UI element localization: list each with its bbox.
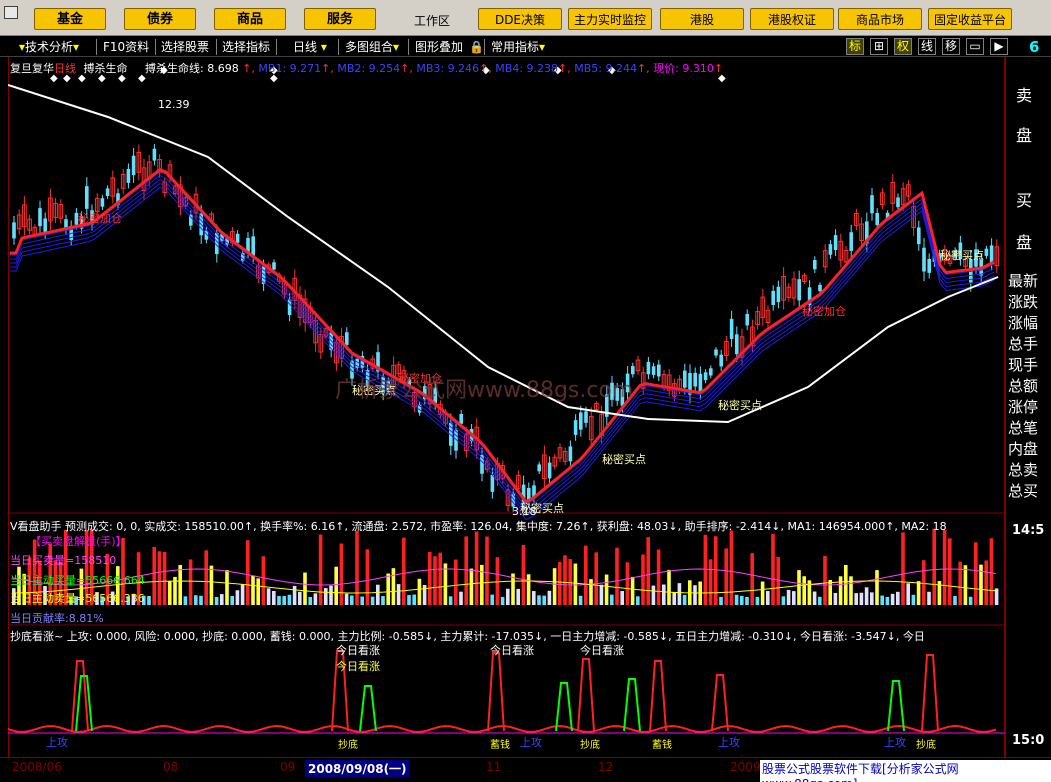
candlesticks — [12, 144, 1000, 517]
volume-line-2: 当日主动买量=55666.664 — [10, 574, 145, 587]
attack-label: 上攻 — [718, 736, 740, 749]
move-button[interactable]: 移 — [942, 38, 960, 55]
date-label: 11 — [486, 760, 502, 774]
quote-item: 总买 — [1008, 482, 1039, 500]
lifeline-readout: 搏杀生命线: 8.698 ↑, MB1: 9.271↑, MB2: 9.254↑… — [145, 62, 724, 75]
time-label: 14:5 — [1012, 523, 1045, 538]
high-price-label: 12.39 — [158, 98, 190, 111]
quote-item: 现手 — [1008, 356, 1039, 374]
menu-bond[interactable]: 债券 — [124, 8, 196, 30]
stock-name[interactable]: 复旦复华 — [10, 62, 54, 75]
line-button[interactable]: 线 — [918, 38, 936, 55]
price-panel: ◆ ◆ ◆ ◆ ◆ ◆◆ ◆◆◆ ◆ ◆◆ — [8, 65, 1000, 521]
buy-label-2: 盘 — [1016, 233, 1033, 252]
date-label: 09 — [280, 760, 296, 774]
date-label: 2009 — [730, 760, 761, 774]
menu-dde[interactable]: DDE决策 — [478, 8, 562, 30]
signal-label: 秘密加仓 — [78, 212, 122, 225]
volume-line-1: 当日买卖量=158510 — [10, 554, 117, 567]
rise-label: 今日看涨 — [336, 660, 380, 673]
toolbar-period[interactable]: 日线 ▾ — [290, 39, 330, 55]
bottom-label: 抄底 — [580, 740, 600, 751]
attack-label: 上攻 — [884, 736, 906, 749]
volume-footer: 当日贡献率:8.81% — [10, 612, 104, 625]
dropdown-arrow-icon: ▾ — [539, 40, 546, 54]
menu-main-monitor[interactable]: 主力实时监控 — [568, 8, 652, 30]
toolbar-overlay[interactable]: 图形叠加 — [412, 39, 466, 55]
signal-label: 秘密买点 — [718, 399, 762, 412]
menu-commodity[interactable]: 商品 — [214, 8, 286, 30]
selected-date: 2008/09/08(一) — [305, 760, 410, 777]
attack-label: 上攻 — [46, 736, 68, 749]
indicator-name: 搏杀生命 — [83, 62, 128, 75]
bottom-label: 抄底 — [338, 740, 358, 751]
dropdown-arrow-icon: ▾ — [73, 40, 80, 54]
menu-hk-warrant[interactable]: 港股权证 — [750, 8, 834, 30]
menu-fund[interactable]: 基金 — [34, 8, 106, 30]
window-button[interactable]: ▭ — [966, 38, 984, 55]
quote-item: 总笔 — [1008, 419, 1039, 437]
attack-label: 上攻 — [520, 736, 542, 749]
quote-item: 涨跌 — [1008, 293, 1039, 311]
volume-bars — [12, 528, 999, 605]
volume-sub-header: 【买卖盘解量(手)】 — [30, 535, 127, 548]
rise-label: 今日看涨 — [490, 644, 534, 657]
dropdown-arrow-icon: ▾ — [393, 40, 400, 54]
main-chart-header: 复旦复华日线 搏杀生命 — [10, 60, 128, 75]
page-number: 6 — [1029, 38, 1040, 56]
download-link[interactable]: 股票公式股票软件下载[分析家公式网www.88gs.com] — [760, 760, 1051, 782]
toolbar-select-indicator[interactable]: 选择指标 — [219, 39, 273, 55]
rise-label: 今日看涨 — [580, 644, 624, 657]
analysis-toolbar: ▾技术分析▾ F10资料 选择股票 选择指标 日线 ▾ 多图组合▾ 图形叠加 🔒… — [0, 37, 1051, 57]
signal-label: 秘密加仓 — [802, 305, 846, 318]
toolbar-select-stock[interactable]: 选择股票 — [158, 39, 212, 55]
toolbar-f10[interactable]: F10资料 — [100, 39, 152, 55]
mark-button[interactable]: 标 — [846, 38, 864, 55]
volume-line-3: 当日主动卖量=56566.336 — [10, 592, 145, 605]
window-icon — [4, 6, 18, 19]
rights-button[interactable]: 权 — [894, 38, 912, 55]
quote-item: 总卖 — [1008, 461, 1039, 479]
signal-label: 秘密买点 — [602, 453, 646, 466]
buy-label: 买 — [1016, 191, 1033, 210]
sell-label: 卖 — [1016, 86, 1033, 105]
menu-hk-stock[interactable]: 港股 — [660, 8, 744, 30]
bottom-label: 蓄钱 — [652, 740, 672, 751]
date-axis-bar: 2008/06 08 09 2008/09/08(一) 11 12 2009 股… — [0, 757, 1051, 782]
quote-item: 最新 — [1008, 272, 1039, 290]
quote-item: 内盘 — [1008, 440, 1039, 458]
menu-commodity-market[interactable]: 商品市场 — [838, 8, 922, 30]
play-button[interactable]: ▶ — [990, 38, 1008, 55]
toolbar-common-indicators[interactable]: 常用指标▾ — [488, 39, 548, 55]
period-label: 日线 — [54, 62, 76, 75]
menu-service[interactable]: 服务 — [304, 8, 376, 30]
indicator-panel — [8, 650, 1005, 734]
signal-label: 秘密买点 — [520, 502, 564, 515]
watermark: 广析家公式网www.88gs.com — [335, 378, 634, 403]
quote-panel: 卖 盘 买 盘 最新 涨跌 涨幅 总手 现手 总额 涨停 总笔 内盘 总卖 总买… — [1005, 57, 1051, 757]
indicator-panel-header: 抄底看涨~ 上攻: 0.000, 风险: 0.000, 抄底: 0.000, 蓄… — [10, 630, 925, 642]
quote-item: 总额 — [1008, 377, 1039, 395]
dropdown-arrow-icon: ▾ — [320, 40, 327, 54]
signal-label: 秘密买点 — [940, 249, 984, 262]
rise-label: 今日看涨 — [336, 644, 380, 657]
date-label: 08 — [163, 760, 179, 774]
bottom-label: 蓄钱 — [490, 740, 510, 751]
menu-fixed-income[interactable]: 固定收益平台 — [928, 8, 1012, 30]
date-label: 12 — [598, 760, 614, 774]
quote-item: 涨停 — [1008, 398, 1039, 416]
grid-button[interactable]: ⊞ — [870, 38, 888, 55]
date-label: 2008/06 — [12, 760, 62, 774]
top-menu-bar: 基金 债券 商品 服务 工作区 DDE决策 主力实时监控 港股 港股权证 商品市… — [0, 0, 1051, 36]
bottom-label: 抄底 — [916, 740, 936, 751]
quote-item: 总手 — [1008, 335, 1039, 353]
sell-label-2: 盘 — [1016, 126, 1033, 145]
time-label: 15:0 — [1012, 733, 1045, 748]
volume-panel-header: V看盘助手 预测成交: 0, 0, 实成交: 158510.00↑, 换手率%:… — [10, 520, 947, 532]
quote-item: 涨幅 — [1008, 314, 1039, 332]
volume-panel — [11, 528, 999, 605]
toolbar-tech-analysis[interactable]: ▾技术分析▾ — [16, 39, 82, 55]
workarea-label[interactable]: 工作区 — [414, 12, 450, 29]
toolbar-multi-chart[interactable]: 多图组合▾ — [342, 39, 402, 55]
